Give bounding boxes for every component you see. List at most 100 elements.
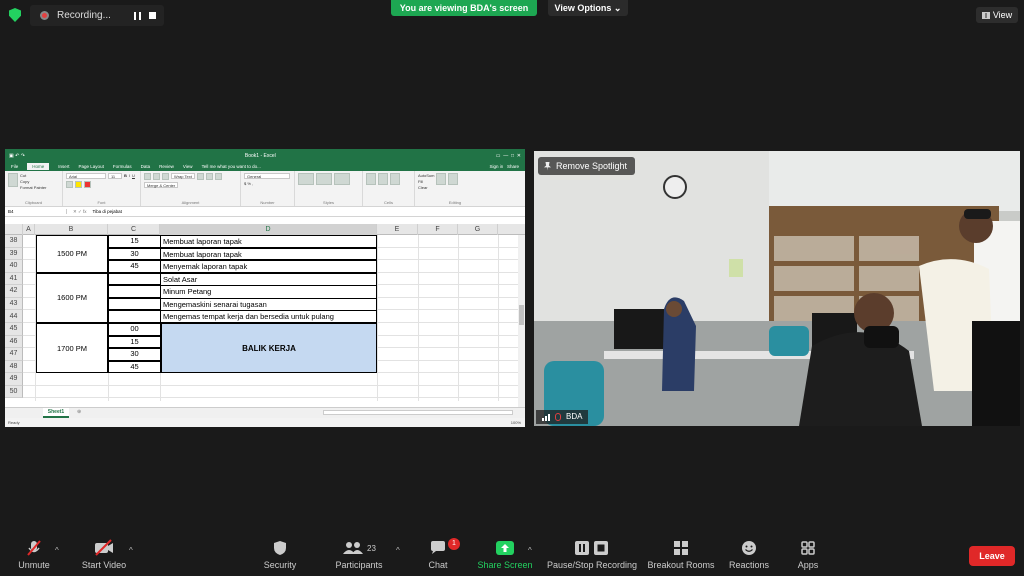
chat-button[interactable]: 1 Chat (420, 538, 460, 574)
tab-view[interactable]: View (183, 164, 193, 169)
clear-button[interactable]: Clear (418, 185, 434, 190)
pause-stop-recording-button[interactable]: Pause/Stop Recording (544, 538, 640, 574)
tell-me-box[interactable]: Tell me what you want to do... (202, 164, 261, 169)
row-header[interactable]: 49 (5, 373, 23, 386)
activity-cell[interactable]: Membuat laporan tapak (160, 235, 377, 248)
align-left-icon[interactable] (196, 173, 204, 180)
tab-page-layout[interactable]: Page Layout (79, 164, 104, 169)
row-header[interactable]: 50 (5, 385, 23, 398)
format-cells-icon[interactable] (390, 173, 400, 185)
name-box[interactable]: B4 (5, 209, 67, 214)
tab-insert[interactable]: Insert (58, 164, 69, 169)
add-sheet-icon[interactable]: ⊕ (77, 409, 81, 415)
minute-cell[interactable] (108, 310, 161, 323)
insert-cells-icon[interactable] (366, 173, 376, 185)
delete-cells-icon[interactable] (378, 173, 388, 185)
underline-icon[interactable]: U (132, 173, 135, 179)
breakout-rooms-button[interactable]: Breakout Rooms (646, 538, 716, 574)
row-header[interactable]: 48 (5, 360, 23, 373)
reactions-button[interactable]: Reactions (726, 538, 772, 574)
balik-kerja-cell[interactable]: BALIK KERJA (161, 323, 377, 373)
column-header-g[interactable]: G (458, 224, 498, 235)
view-button[interactable]: View (976, 7, 1018, 23)
paste-icon[interactable] (8, 173, 18, 187)
security-shield-icon[interactable] (9, 8, 21, 22)
sheet-tab[interactable]: Sheet1 (43, 408, 69, 418)
column-header-e[interactable]: E (377, 224, 418, 235)
time-cell[interactable]: 1500 PM (36, 235, 108, 273)
minute-cell[interactable]: 30 (108, 348, 161, 361)
find-select-icon[interactable] (448, 173, 459, 185)
activity-cell[interactable]: Mengemas tempat kerja dan bersedia untuk… (160, 310, 377, 323)
format-table-icon[interactable] (316, 173, 332, 185)
column-header-f[interactable]: F (418, 224, 458, 235)
sort-filter-icon[interactable] (436, 173, 447, 185)
row-header[interactable]: 41 (5, 272, 23, 285)
sign-in-link[interactable]: Sign in Share (489, 164, 519, 169)
row-header[interactable]: 40 (5, 260, 23, 273)
minute-cell[interactable]: 00 (108, 323, 161, 336)
row-header[interactable]: 45 (5, 323, 23, 336)
window-controls[interactable]: ▭ — □ ✕ (496, 153, 521, 159)
wrap-text-button[interactable]: Wrap Text (171, 173, 195, 179)
minute-cell[interactable]: 15 (108, 335, 161, 348)
row-header[interactable]: 39 (5, 247, 23, 260)
unmute-button[interactable]: Unmute (10, 538, 58, 574)
vertical-scrollbar[interactable] (518, 235, 525, 407)
tab-formulas[interactable]: Formulas (113, 164, 132, 169)
column-header-b[interactable]: B (35, 224, 108, 235)
audio-options-chevron-icon[interactable]: ^ (55, 546, 59, 555)
autosum-button[interactable]: AutoSum (418, 173, 434, 178)
align-top-icon[interactable] (144, 173, 151, 180)
minute-cell[interactable]: 30 (108, 247, 161, 260)
format-painter-button[interactable]: Format Painter (20, 185, 46, 190)
tab-home[interactable]: Home (27, 163, 50, 170)
select-all-corner[interactable] (5, 224, 23, 235)
security-button[interactable]: Security (258, 538, 302, 574)
save-icon[interactable]: ▣ ↶ ↷ (9, 153, 25, 159)
align-center-icon[interactable] (205, 173, 213, 180)
row-header[interactable]: 47 (5, 348, 23, 361)
tab-file[interactable]: File (11, 164, 18, 169)
copy-button[interactable]: Copy (20, 179, 46, 184)
font-name-box[interactable]: Arial (66, 173, 106, 179)
column-header-a[interactable]: A (23, 224, 35, 235)
remove-spotlight-button[interactable]: Remove Spotlight (538, 157, 636, 175)
pause-recording-icon[interactable] (134, 11, 141, 20)
horizontal-scrollbar[interactable] (323, 410, 513, 415)
view-options-button[interactable]: View Options ⌄ (548, 0, 628, 16)
share-screen-button[interactable]: Share Screen (474, 538, 536, 574)
formula-input[interactable]: Tiba di pejabat (93, 209, 122, 214)
apps-button[interactable]: Apps (790, 538, 826, 574)
start-video-button[interactable]: Start Video (78, 538, 130, 574)
fill-color-icon[interactable] (75, 181, 82, 188)
orientation-icon[interactable] (162, 173, 169, 180)
minute-cell[interactable] (108, 297, 161, 310)
participants-button[interactable]: 23 Participants (332, 538, 386, 574)
participants-chevron-icon[interactable]: ^ (396, 546, 400, 555)
tab-data[interactable]: Data (141, 164, 151, 169)
activity-cell[interactable]: Membuat laporan tapak (160, 247, 377, 260)
zoom-level[interactable]: 100% (511, 418, 521, 427)
align-right-icon[interactable] (214, 173, 222, 180)
minute-cell[interactable]: 15 (108, 235, 161, 248)
bold-icon[interactable]: B (124, 173, 127, 179)
fx-icon[interactable]: ✕ ✓ fx (67, 209, 93, 215)
italic-icon[interactable]: I (129, 173, 130, 179)
time-cell[interactable]: 1600 PM (36, 272, 108, 323)
row-header[interactable]: 43 (5, 297, 23, 310)
column-header-c[interactable]: C (108, 224, 160, 235)
scroll-thumb[interactable] (519, 305, 524, 325)
borders-icon[interactable] (66, 181, 73, 188)
share-options-chevron-icon[interactable]: ^ (528, 546, 532, 555)
video-options-chevron-icon[interactable]: ^ (129, 546, 133, 555)
minute-cell[interactable]: 45 (108, 260, 161, 273)
row-header[interactable]: 42 (5, 285, 23, 298)
minute-cell[interactable]: 45 (108, 360, 161, 373)
minute-cell[interactable] (108, 285, 161, 298)
time-cell[interactable]: 1700 PM (36, 323, 108, 373)
column-header-d[interactable]: D (160, 224, 377, 235)
row-header[interactable]: 44 (5, 310, 23, 323)
minute-cell[interactable] (108, 272, 161, 285)
fill-button[interactable]: Fill (418, 179, 434, 184)
